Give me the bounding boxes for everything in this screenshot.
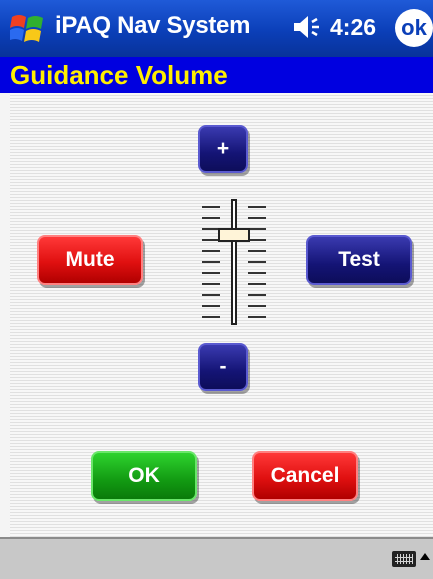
start-menu-button[interactable] — [8, 11, 46, 47]
clock[interactable]: 4:26 — [330, 14, 376, 41]
volume-panel: + - Mute Test OK Cancel — [10, 93, 433, 537]
test-button[interactable]: Test — [306, 235, 412, 285]
ok-close-button[interactable]: ok — [395, 9, 433, 47]
slider-thumb[interactable] — [218, 228, 250, 242]
mute-button[interactable]: Mute — [37, 235, 143, 285]
title-bar: iPAQ Nav System 4:26 ok — [0, 0, 433, 57]
slider-track[interactable] — [231, 199, 237, 325]
speaker-button[interactable] — [292, 13, 324, 41]
page-title: Guidance Volume — [0, 57, 433, 93]
volume-down-button[interactable]: - — [198, 343, 248, 391]
bottom-menu-bar — [0, 537, 433, 579]
keyboard-icon[interactable] — [392, 551, 416, 567]
slider-ticks-left — [202, 197, 220, 327]
slider-ticks-right — [248, 197, 266, 327]
ok-button[interactable]: OK — [91, 451, 197, 501]
cancel-button[interactable]: Cancel — [252, 451, 358, 501]
app-title: iPAQ Nav System — [55, 12, 251, 39]
volume-slider[interactable] — [198, 197, 270, 327]
speaker-icon — [294, 16, 319, 38]
windows-flag-icon — [8, 15, 43, 42]
up-arrow-icon[interactable] — [420, 553, 430, 560]
volume-up-button[interactable]: + — [198, 125, 248, 173]
